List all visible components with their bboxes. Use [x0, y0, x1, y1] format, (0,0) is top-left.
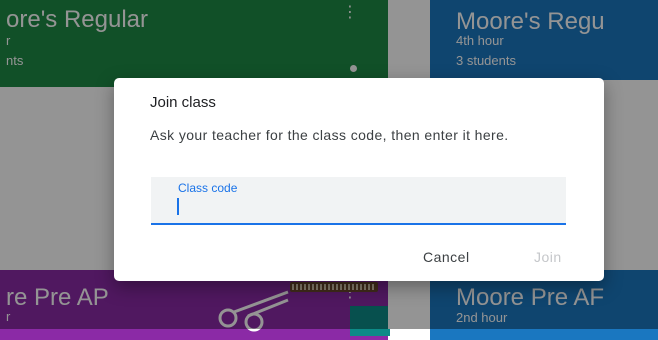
cancel-button[interactable]: Cancel [423, 249, 470, 265]
join-class-dialog: Join class Ask your teacher for the clas… [114, 78, 604, 281]
dialog-title: Join class [150, 94, 216, 111]
class-code-input[interactable] [175, 197, 559, 221]
dialog-message: Ask your teacher for the class code, the… [150, 127, 509, 143]
text-caret [177, 198, 179, 215]
class-code-label: Class code [178, 181, 238, 195]
class-code-field[interactable]: Class code [151, 177, 566, 225]
join-button[interactable]: Join [534, 249, 562, 265]
